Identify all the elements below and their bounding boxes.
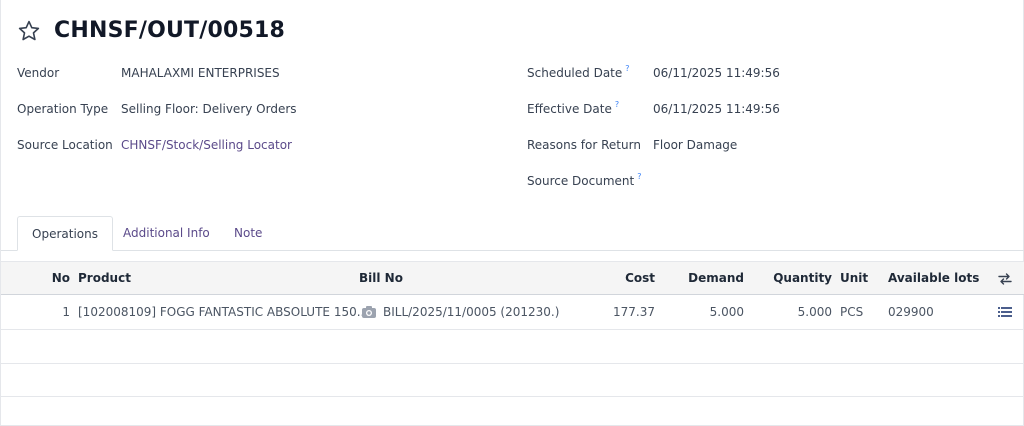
- list-detail-icon[interactable]: [998, 306, 1012, 318]
- form-sheet: CHNSF/OUT/00518 Vendor MAHALAXMI ENTERPR…: [0, 0, 1024, 426]
- cell-product[interactable]: [102008109] FOGG FANTASTIC ABSOLUTE 150.…: [78, 297, 368, 327]
- cell-available-lots[interactable]: 029900: [888, 297, 934, 327]
- cell-no: 1: [62, 305, 70, 319]
- cell-cost[interactable]: 177.37: [595, 297, 655, 327]
- help-icon[interactable]: ?: [615, 100, 619, 109]
- column-header-bill-no[interactable]: Bill No: [359, 262, 403, 295]
- source-location-link[interactable]: CHNSF/Stock/Selling Locator: [121, 136, 292, 154]
- scheduled-date-value[interactable]: 06/11/2025 11:49:56: [653, 64, 780, 82]
- table-header: No Product Bill No Cost Demand Quantity …: [1, 261, 1024, 295]
- tab-operations[interactable]: Operations: [17, 216, 113, 251]
- empty-row: [1, 364, 1024, 397]
- column-toggle-icon[interactable]: [998, 272, 1012, 286]
- star-outline-icon[interactable]: [17, 19, 41, 43]
- help-icon[interactable]: ?: [637, 172, 641, 181]
- cell-unit[interactable]: PCS: [840, 297, 863, 327]
- camera-icon: [361, 305, 377, 319]
- source-location-label: Source Location: [17, 138, 113, 152]
- column-header-quantity[interactable]: Quantity: [761, 262, 832, 295]
- operation-type-value[interactable]: Selling Floor: Delivery Orders: [121, 100, 297, 118]
- cell-bill-no[interactable]: BILL/2025/11/0005 (201230.): [361, 297, 559, 327]
- cell-demand[interactable]: 5.000: [673, 297, 744, 327]
- scheduled-date-label: Scheduled Date?: [527, 63, 630, 81]
- column-header-no[interactable]: No: [41, 262, 70, 295]
- reasons-value[interactable]: Floor Damage: [653, 136, 737, 154]
- source-document-label: Source Document?: [527, 171, 642, 189]
- column-header-product[interactable]: Product: [78, 262, 131, 295]
- vendor-value[interactable]: MAHALAXMI ENTERPRISES: [121, 64, 280, 82]
- vendor-label: Vendor: [17, 66, 60, 80]
- record-title: CHNSF/OUT/00518: [54, 18, 286, 43]
- tab-note[interactable]: Note: [220, 216, 276, 251]
- effective-date-value[interactable]: 06/11/2025 11:49:56: [653, 100, 780, 118]
- cell-quantity[interactable]: 5.000: [761, 297, 832, 327]
- table-row[interactable]: 1 [102008109] FOGG FANTASTIC ABSOLUTE 15…: [1, 295, 1024, 330]
- reasons-label: Reasons for Return: [527, 138, 641, 152]
- title-row: CHNSF/OUT/00518: [17, 18, 285, 43]
- help-icon[interactable]: ?: [625, 64, 629, 73]
- operation-type-label: Operation Type: [17, 102, 109, 116]
- tab-additional-info[interactable]: Additional Info: [109, 216, 224, 251]
- column-header-demand[interactable]: Demand: [673, 262, 744, 295]
- column-header-unit[interactable]: Unit: [840, 262, 868, 295]
- empty-row: [1, 330, 1024, 364]
- effective-date-label: Effective Date?: [527, 99, 620, 117]
- column-header-available-lots[interactable]: Available lots: [888, 262, 979, 295]
- notebook-tabs: Operations Additional Info Note: [1, 216, 1024, 251]
- column-header-cost[interactable]: Cost: [595, 262, 655, 295]
